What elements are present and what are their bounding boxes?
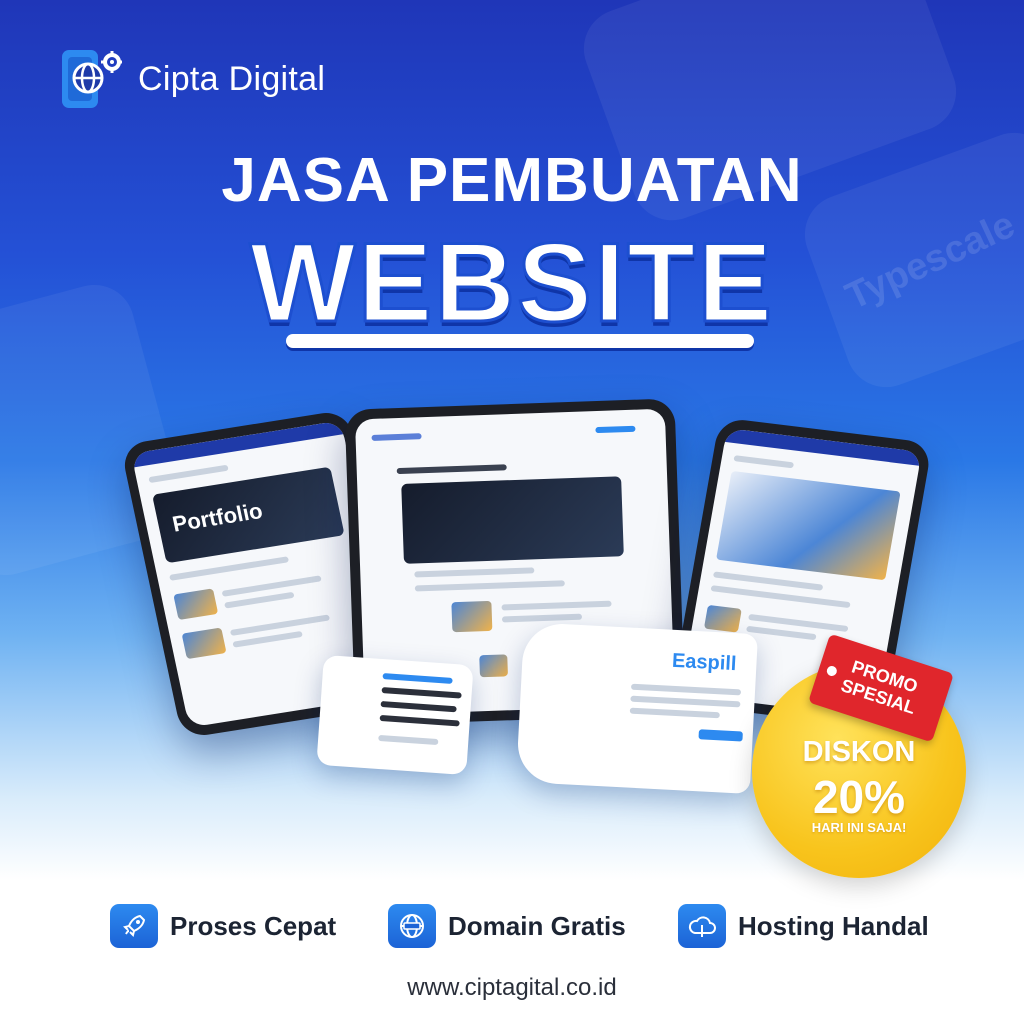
discount-value: 20% — [812, 771, 906, 823]
paper-brand: Easpill — [671, 649, 738, 676]
headline-line1: JASA PEMBUATAN — [221, 146, 803, 215]
feature-label: Hosting Handal — [738, 910, 929, 941]
website-url: www.ciptagital.co.id — [407, 974, 617, 1001]
rocket-icon — [110, 904, 158, 948]
headline-line2: WEBSITE — [248, 219, 775, 347]
floating-paper-large: Easpill — [515, 621, 759, 795]
globe-icon — [388, 904, 436, 948]
floating-paper-small — [316, 654, 474, 776]
brand-logo: Cipta Digital — [60, 48, 325, 110]
cloud-icon — [678, 904, 726, 948]
promo-note: HARI INI SAJA! — [811, 820, 907, 835]
logo-icon — [60, 48, 123, 110]
feature-hosting-handal: Hosting Handal — [678, 904, 929, 948]
brand-name: Cipta Digital — [138, 59, 326, 98]
headline-underline — [286, 334, 754, 348]
promo-tag-text: PROMO SPESIAL — [838, 656, 921, 718]
discount-label: DISKON — [802, 736, 916, 768]
feature-domain-gratis: Domain Gratis — [388, 904, 626, 948]
mockup-hero-text: Portfolio — [170, 498, 265, 537]
feature-proses-cepat: Proses Cepat — [110, 904, 336, 948]
feature-label: Domain Gratis — [448, 910, 626, 941]
feature-label: Proses Cepat — [170, 910, 337, 941]
